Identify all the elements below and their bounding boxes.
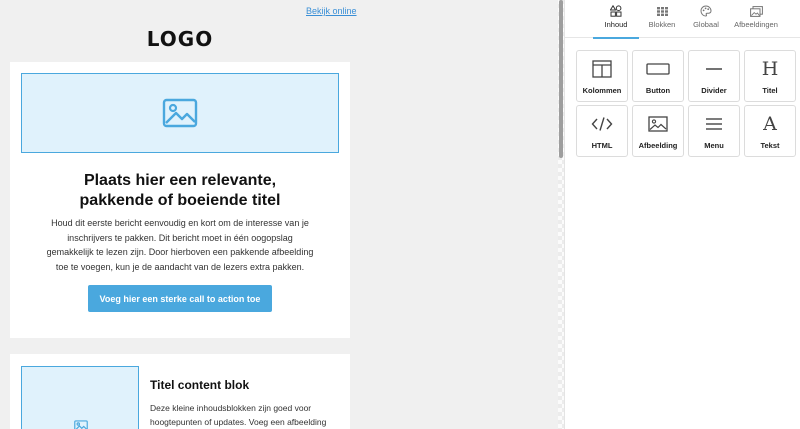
- scrollbar-thumb[interactable]: [559, 0, 563, 158]
- tab-globaal[interactable]: Globaal: [689, 0, 723, 38]
- tile-kolommen[interactable]: Kolommen: [576, 50, 628, 102]
- email-logo[interactable]: LOGO: [10, 27, 350, 51]
- content-block[interactable]: Titel content blok Deze kleine inhoudsbl…: [10, 354, 350, 429]
- cta-button[interactable]: Voeg hier een sterke call to action toe: [88, 285, 272, 312]
- columns-icon: [590, 59, 614, 79]
- email-canvas: Bekijk online LOGO Plaats hier een relev…: [0, 0, 558, 429]
- palette-icon: [700, 5, 712, 17]
- image-icon: [162, 98, 198, 128]
- button-icon: [646, 59, 670, 79]
- tile-html[interactable]: HTML: [576, 105, 628, 157]
- tile-button[interactable]: Button: [632, 50, 684, 102]
- hero-image-placeholder[interactable]: [21, 73, 339, 153]
- tab-blokken[interactable]: Blokken: [645, 0, 679, 38]
- tab-afbeeldingen[interactable]: Afbeeldingen: [731, 0, 781, 38]
- image-icon: [646, 114, 670, 134]
- content-block-image-placeholder[interactable]: [21, 366, 139, 429]
- hero-body-text[interactable]: Houd dit eerste bericht eenvoudig en kor…: [10, 216, 350, 274]
- grid-icon: [656, 5, 668, 17]
- content-block-text[interactable]: Deze kleine inhoudsblokken zijn goed voo…: [150, 401, 340, 429]
- hero-block[interactable]: Plaats hier een relevante, pakkende of b…: [10, 62, 350, 338]
- view-online-link[interactable]: Bekijk online: [306, 6, 357, 16]
- heading-icon: H: [761, 58, 779, 80]
- tile-tekst[interactable]: A Tekst: [744, 105, 796, 157]
- image-icon: [74, 420, 88, 429]
- tab-inhoud[interactable]: Inhoud: [593, 0, 639, 39]
- tile-menu[interactable]: Menu: [688, 105, 740, 157]
- images-icon: [749, 5, 763, 17]
- divider-icon: [702, 59, 726, 79]
- editor-panel: Inhoud Blokken Globaal Afbeeldingen Kolo…: [564, 0, 800, 429]
- menu-icon: [702, 114, 726, 134]
- tile-divider[interactable]: Divider: [688, 50, 740, 102]
- code-icon: [590, 114, 614, 134]
- panel-tabs: Inhoud Blokken Globaal Afbeeldingen: [565, 0, 800, 39]
- shapes-icon: [610, 5, 622, 17]
- tile-titel[interactable]: H Titel: [744, 50, 796, 102]
- content-block-title[interactable]: Titel content blok: [150, 378, 249, 392]
- tile-afbeelding[interactable]: Afbeelding: [632, 105, 684, 157]
- text-icon: A: [763, 113, 777, 135]
- hero-headline[interactable]: Plaats hier een relevante, pakkende of b…: [10, 171, 350, 211]
